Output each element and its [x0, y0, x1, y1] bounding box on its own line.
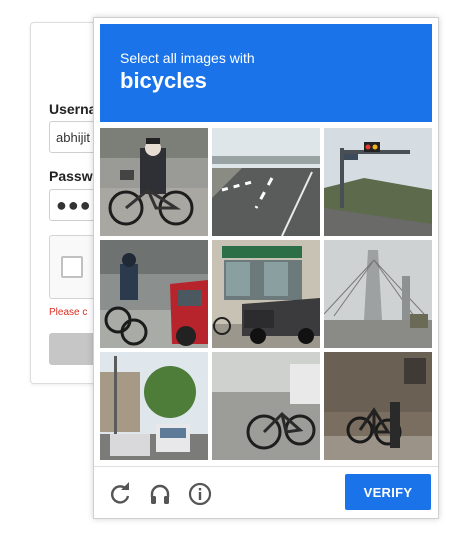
recaptcha-challenge: Select all images with bicycles VERIFY: [93, 17, 439, 519]
image-tile-2[interactable]: [212, 128, 320, 236]
headphones-icon[interactable]: [148, 482, 172, 506]
image-tile-7[interactable]: [100, 352, 208, 460]
image-tile-5[interactable]: [212, 240, 320, 348]
image-grid: [100, 128, 432, 460]
footer-divider: [94, 466, 438, 467]
image-tile-6[interactable]: [324, 240, 432, 348]
challenge-target: bicycles: [120, 68, 207, 93]
image-tile-3[interactable]: [324, 128, 432, 236]
error-message: Please c: [49, 307, 88, 318]
info-icon[interactable]: [188, 482, 212, 506]
challenge-instruction: Select all images with: [120, 50, 255, 66]
image-tile-9[interactable]: [324, 352, 432, 460]
username-label: Userna: [49, 101, 97, 117]
image-tile-4[interactable]: [100, 240, 208, 348]
recaptcha-checkbox[interactable]: [61, 256, 83, 278]
image-tile-8[interactable]: [212, 352, 320, 460]
reload-icon[interactable]: [108, 482, 132, 506]
challenge-header: Select all images with bicycles: [100, 24, 432, 122]
image-tile-1[interactable]: [100, 128, 208, 236]
verify-button[interactable]: VERIFY: [345, 474, 431, 510]
